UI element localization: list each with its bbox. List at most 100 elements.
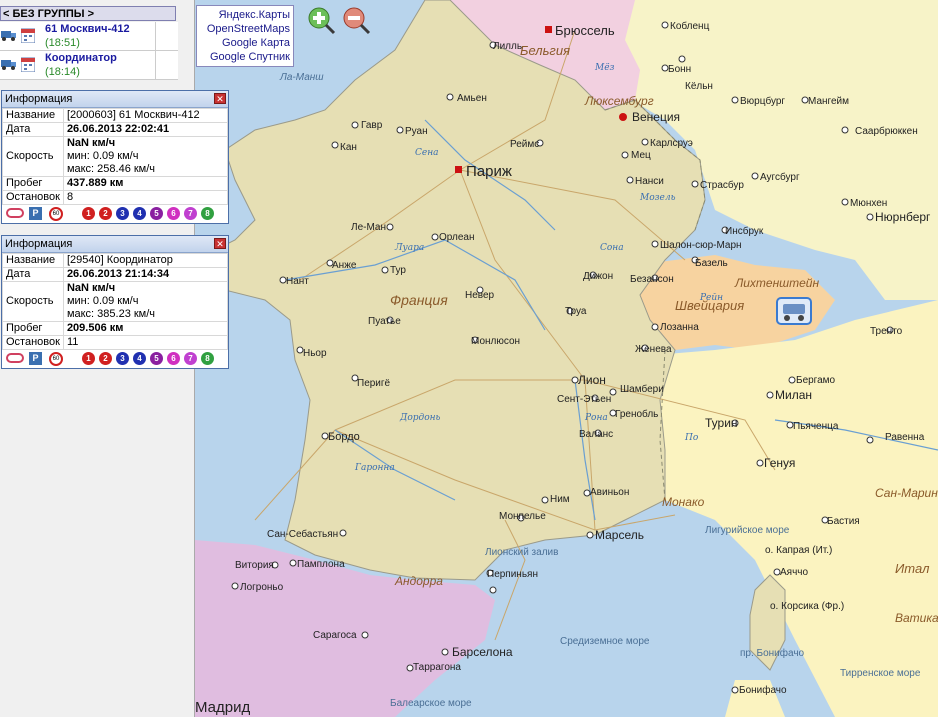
speed-max: макс: 385.23 км/ч <box>66 308 156 320</box>
city-label: Сент-Этьен <box>557 394 611 405</box>
city-marker <box>641 138 649 146</box>
map-source-google-satellite[interactable]: Google Спутник <box>210 51 290 63</box>
parking-icon[interactable]: P <box>29 207 42 220</box>
parking-icon[interactable]: P <box>29 352 42 365</box>
sensor-3-icon[interactable]: 3 <box>116 352 129 365</box>
city-label: Тур <box>390 265 406 276</box>
vehicle-time: (18:14) <box>45 66 80 78</box>
map-view[interactable]: Франция Швейцария Бельгия Люксембург Лих… <box>194 0 938 717</box>
sensor-2-icon[interactable]: 2 <box>99 352 112 365</box>
field-label: Дата <box>2 122 64 137</box>
city-marker <box>621 151 629 159</box>
city-marker <box>339 529 347 537</box>
city-label: Памплона <box>297 559 345 570</box>
info-panel-title[interactable]: Информация ✕ <box>2 91 228 108</box>
group-header[interactable]: < БЕЗ ГРУППЫ > <box>0 6 176 21</box>
sensor-5-icon[interactable]: 5 <box>150 352 163 365</box>
vehicle-name[interactable]: 61 Москвич-412 <box>45 23 130 35</box>
speed-limit-icon[interactable]: 60 <box>49 352 63 366</box>
map-source-google-map[interactable]: Google Карта <box>222 37 290 49</box>
close-button[interactable]: ✕ <box>214 93 226 104</box>
sensor-4-icon[interactable]: 4 <box>133 352 146 365</box>
truck-icon <box>1 60 16 70</box>
city-marker <box>626 176 634 184</box>
close-button[interactable]: ✕ <box>214 238 226 249</box>
city-marker <box>431 233 439 241</box>
sensor-7-icon[interactable]: 7 <box>184 352 197 365</box>
island-label: пр. Бонифачо <box>740 647 805 659</box>
info-table: Название [29540] Координатор Дата 26.06.20… <box>2 253 229 350</box>
city-label: Реймс <box>510 139 539 150</box>
city-label: Гренобль <box>615 408 658 420</box>
field-label: Скорость <box>2 281 64 322</box>
city-label: Анже <box>332 260 357 271</box>
city-label: Кёльн <box>685 81 713 92</box>
river-label: Мозель <box>639 193 676 203</box>
info-panel-title[interactable]: Информация ✕ <box>2 236 228 253</box>
city-label: Париж <box>466 163 512 180</box>
calendar-icon[interactable] <box>21 56 35 72</box>
field-label: Название <box>2 253 64 268</box>
capital-marker <box>545 26 552 33</box>
sensor-2-icon[interactable]: 2 <box>99 207 112 220</box>
city-marker <box>361 631 369 639</box>
sensor-5-icon[interactable]: 5 <box>150 207 163 220</box>
sea-label: Балеарское море <box>390 698 472 709</box>
capital-marker <box>619 113 627 121</box>
sensor-4-icon[interactable]: 4 <box>133 207 146 220</box>
city-label: Кобленц <box>670 20 710 32</box>
city-label: Брюссель <box>555 23 615 38</box>
sensor-7-icon[interactable]: 7 <box>184 207 197 220</box>
city-label: Карлсруэ <box>650 138 693 149</box>
city-label: Нант <box>286 276 309 287</box>
river-label: По <box>684 433 699 443</box>
map-svg[interactable]: Франция Швейцария Бельгия Люксембург Лих… <box>194 0 938 717</box>
date-value: 26.06.2013 21:14:34 <box>62 267 229 282</box>
link-icon[interactable] <box>6 208 24 218</box>
field-label: Скорость <box>2 136 64 177</box>
label-madrid: Мадрид <box>195 699 250 716</box>
city-label: Лилль <box>493 41 522 52</box>
sensor-1-icon[interactable]: 1 <box>82 352 95 365</box>
city-marker <box>231 582 239 590</box>
map-source-yandex[interactable]: Яндекс.Карты <box>219 9 290 21</box>
city-label: Невер <box>465 290 495 301</box>
vehicle-marker[interactable] <box>776 297 812 325</box>
label-san-marino: Сан-Марино <box>875 486 938 500</box>
speed-limit-icon[interactable]: 60 <box>49 207 63 221</box>
vehicle-row[interactable]: 61 Москвич-412 (18:51) <box>0 22 178 51</box>
river-label: Луара <box>394 243 424 253</box>
city-label: Базель <box>695 258 728 269</box>
city-label: Турин <box>705 416 738 430</box>
city-label: Равенна <box>885 432 925 443</box>
city-label: Дижон <box>583 271 613 282</box>
city-label: Сан-Себастьян <box>267 528 338 540</box>
sensor-6-icon[interactable]: 6 <box>167 207 180 220</box>
calendar-icon[interactable] <box>21 27 35 43</box>
sensor-6-icon[interactable]: 6 <box>167 352 180 365</box>
city-label: Мюнхен <box>850 198 887 209</box>
sensor-3-icon[interactable]: 3 <box>116 207 129 220</box>
map-source-osm[interactable]: OpenStreetMaps <box>207 23 290 35</box>
speed-min: мин: 0.09 км/ч <box>66 295 139 307</box>
city-label: Авиньон <box>590 487 629 498</box>
city-marker <box>756 459 764 467</box>
city-marker <box>386 223 394 231</box>
city-label: Таррагона <box>413 662 461 673</box>
sensor-1-icon[interactable]: 1 <box>82 207 95 220</box>
sea-label: Средиземное море <box>560 636 650 647</box>
city-marker <box>541 496 549 504</box>
river-label: Рейн <box>699 293 723 303</box>
sensor-8-icon[interactable]: 8 <box>201 352 214 365</box>
city-marker <box>446 93 454 101</box>
vehicle-row[interactable]: Координатор (18:14) <box>0 51 178 80</box>
city-label: Саарбрюккен <box>855 125 918 137</box>
river-label: Гаронна <box>354 463 395 473</box>
vehicle-name[interactable]: Координатор <box>45 52 117 64</box>
city-label: Пуатье <box>368 316 401 327</box>
city-label: Перигё <box>357 378 391 389</box>
sensor-8-icon[interactable]: 8 <box>201 207 214 220</box>
city-label: Кан <box>340 142 357 153</box>
link-icon[interactable] <box>6 353 24 363</box>
sensor-icon-row: P 60 1 2 3 4 5 6 7 8 <box>2 350 228 368</box>
